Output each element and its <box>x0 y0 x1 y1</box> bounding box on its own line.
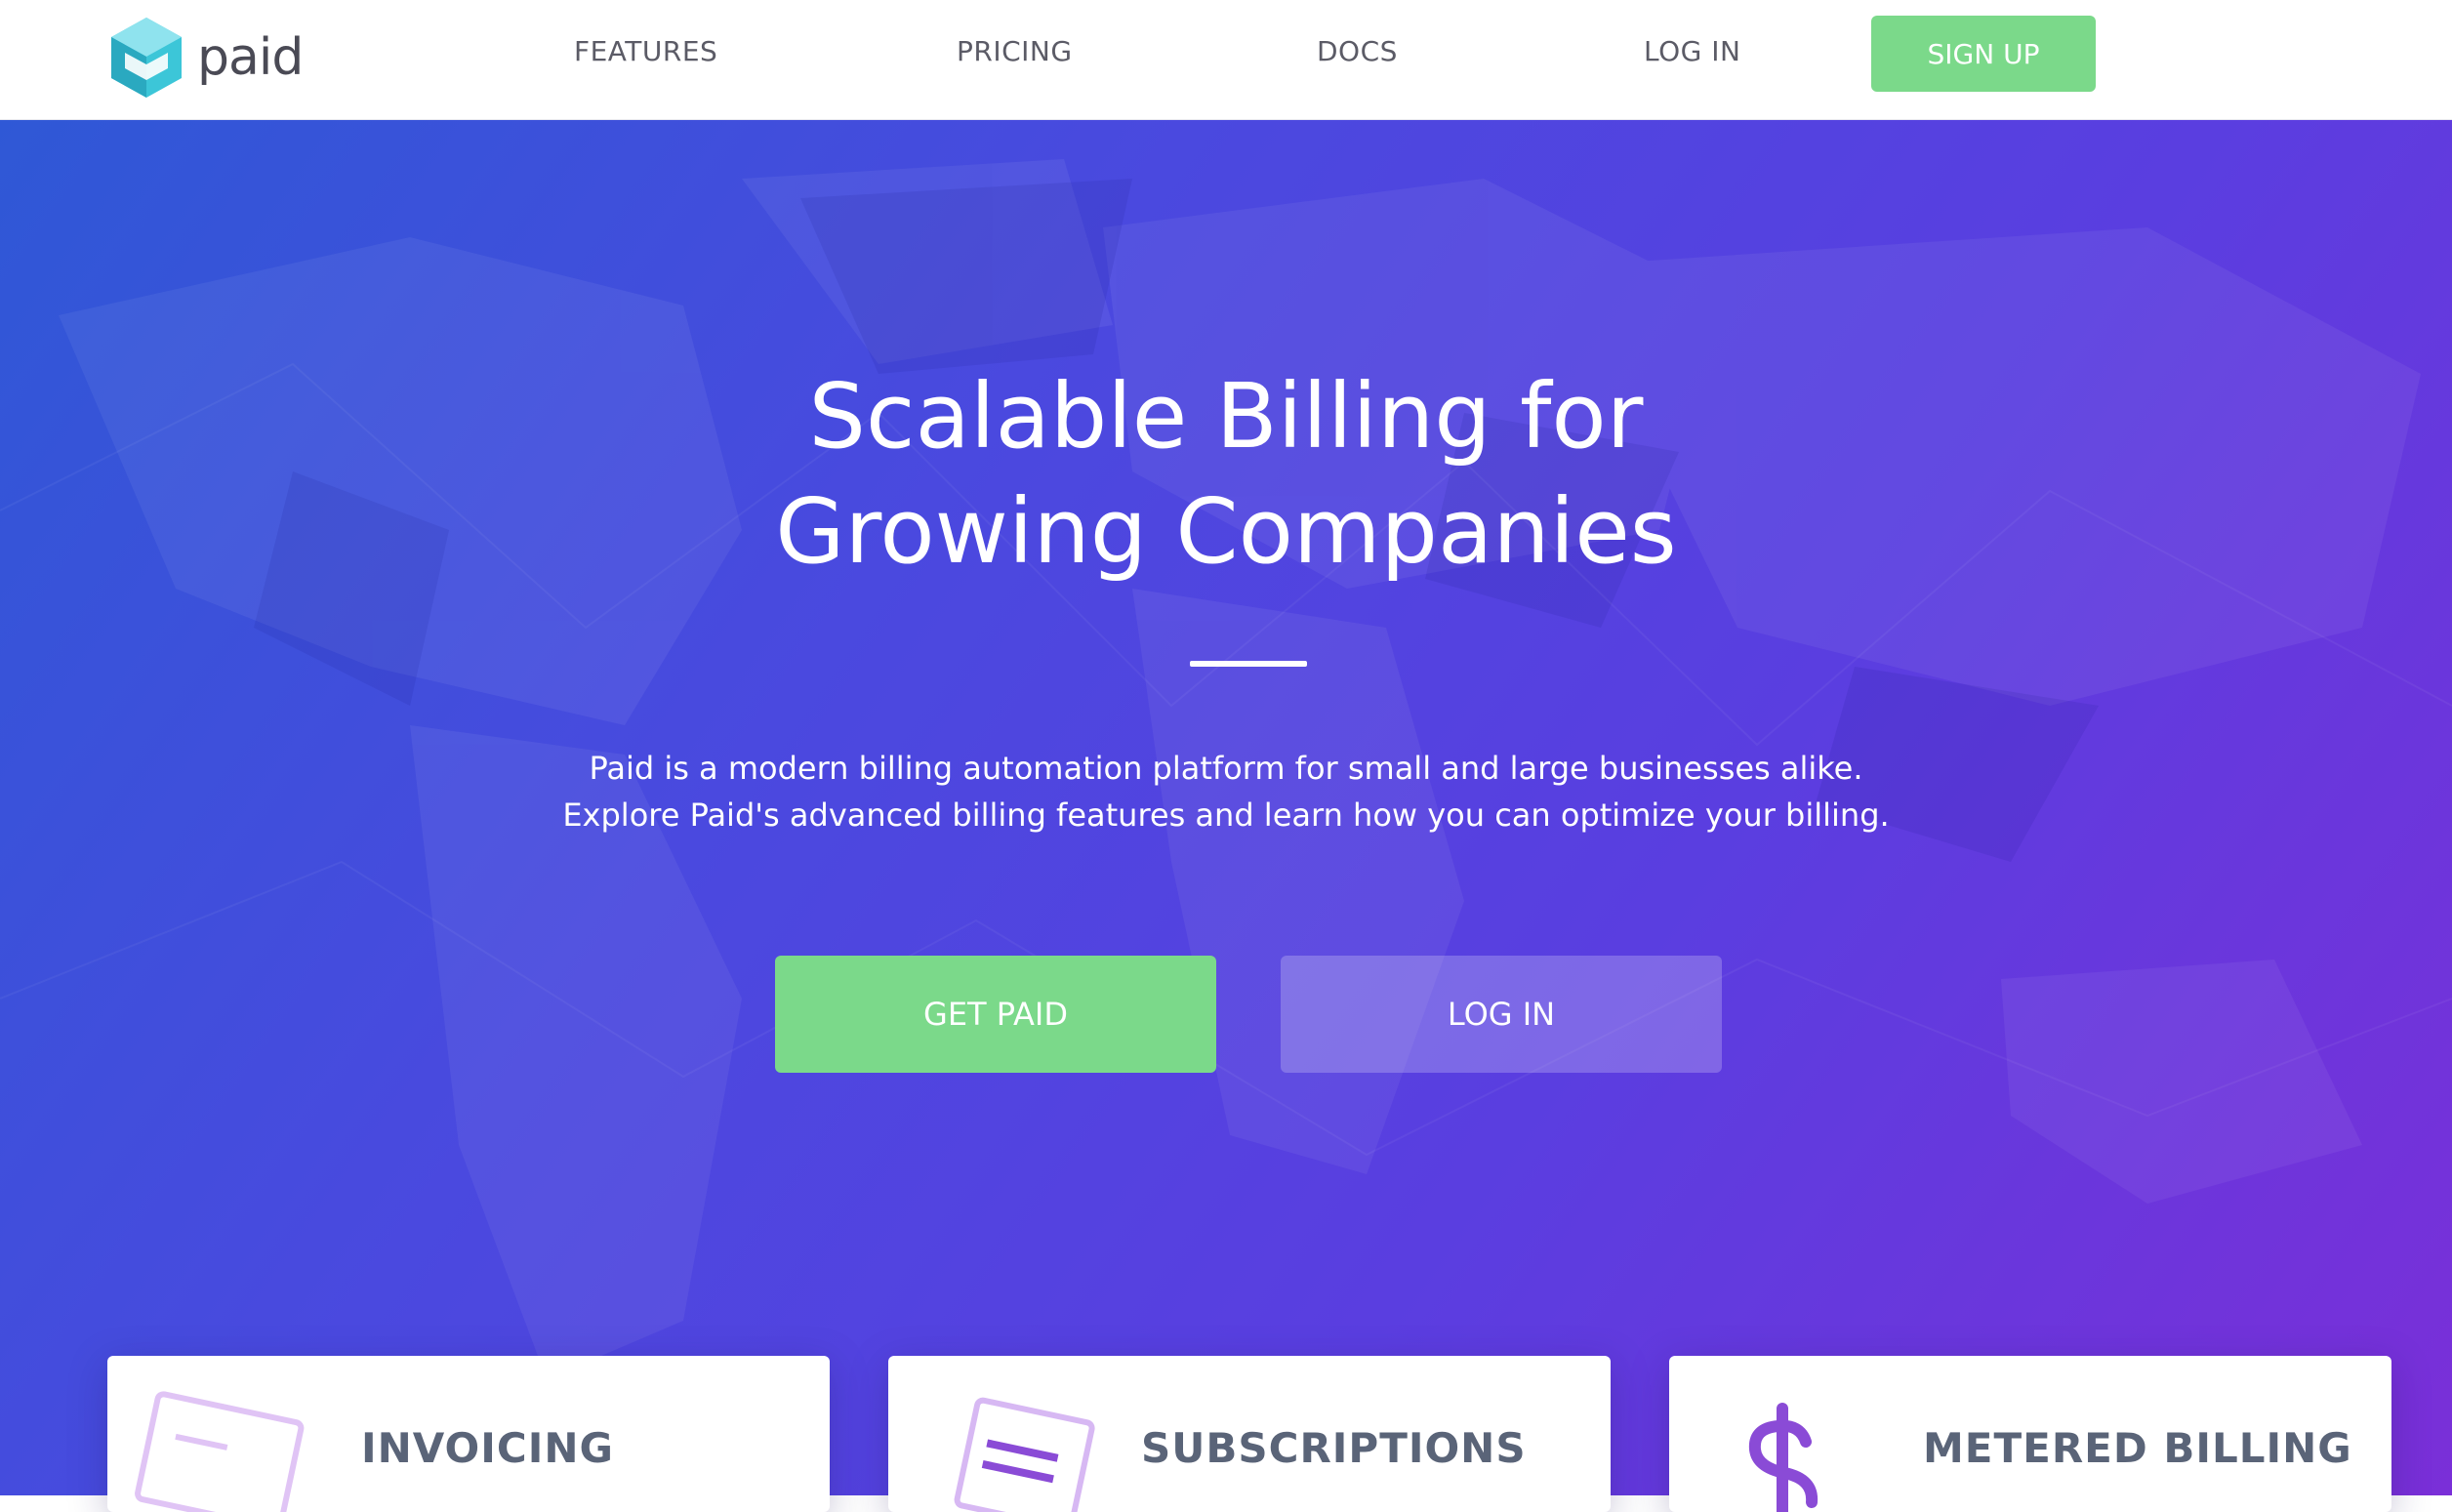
nav-docs-link[interactable]: DOCS <box>1317 35 1398 67</box>
paid-logo-icon <box>111 18 182 98</box>
feature-card-title: SUBSCRIPTIONS <box>1141 1424 1527 1472</box>
nav-pricing-link[interactable]: PRICING <box>957 35 1073 67</box>
top-navbar: paid FEATURES PRICING DOCS LOG IN SIGN U… <box>0 0 2452 120</box>
feature-card-title: INVOICING <box>361 1424 614 1472</box>
hero-title-line-1: Scalable Billing for <box>808 364 1644 469</box>
brand-logo[interactable]: paid <box>107 14 304 102</box>
get-paid-button[interactable]: GET PAID <box>775 956 1216 1073</box>
nav-login-link[interactable]: LOG IN <box>1644 35 1740 67</box>
nav-features-link[interactable]: FEATURES <box>574 35 717 67</box>
hero-description-line-1: Paid is a modern billing automation plat… <box>589 750 1863 787</box>
hero-description: Paid is a modern billing automation plat… <box>0 745 2452 838</box>
hero-section: Scalable Billing for Growing Companies P… <box>0 120 2452 1495</box>
hero-title: Scalable Billing for Growing Companies <box>0 359 2452 590</box>
hero-description-line-2: Explore Paid's advanced billing features… <box>562 797 1890 834</box>
nav-signup-button[interactable]: SIGN UP <box>1871 16 2096 92</box>
feature-card-subscriptions[interactable]: SUBSCRIPTIONS <box>888 1356 1611 1512</box>
dollar-icon <box>1748 1403 1819 1512</box>
brand-wordmark: paid <box>197 28 304 87</box>
feature-card-title: METERED BILLING <box>1923 1424 2352 1472</box>
hero-divider <box>1190 661 1307 667</box>
feature-card-invoicing[interactable]: INVOICING <box>107 1356 830 1512</box>
invoice-icon <box>135 1391 305 1512</box>
hero-title-line-2: Growing Companies <box>775 479 1677 584</box>
hero-login-button[interactable]: LOG IN <box>1281 956 1722 1073</box>
feature-card-metered-billing[interactable]: METERED BILLING <box>1669 1356 2391 1512</box>
subscription-icon <box>954 1397 1095 1512</box>
